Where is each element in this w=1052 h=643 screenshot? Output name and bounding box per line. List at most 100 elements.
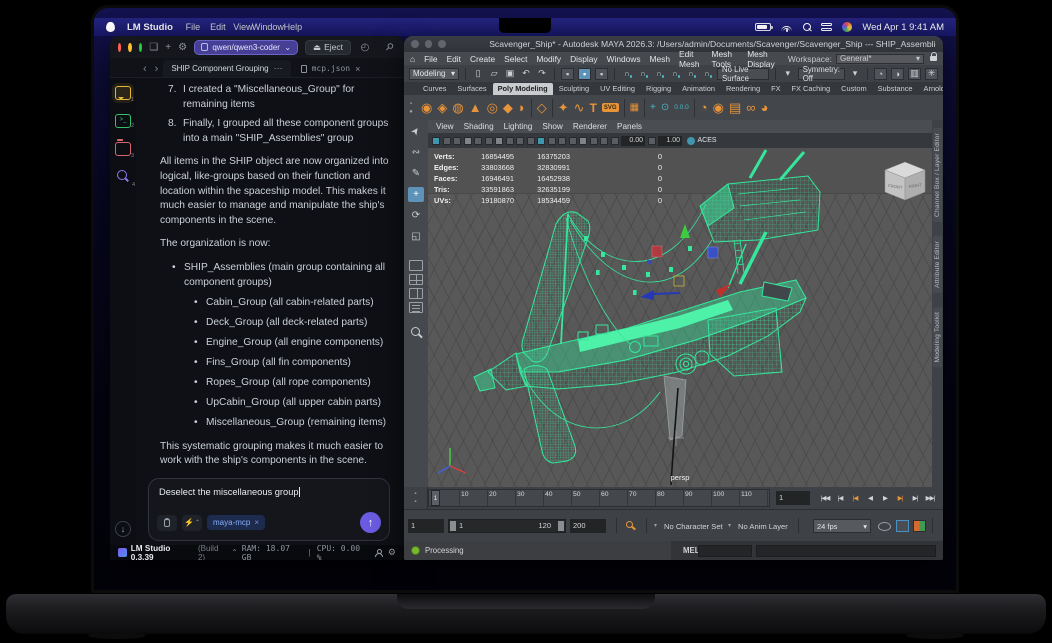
snap-point-icon[interactable]: ∩ [653,68,665,80]
viewport-toolbar-icon[interactable] [600,136,608,145]
model-selector[interactable]: qwen/qwen3-coder-... ⌄ [194,39,299,55]
go-to-start-button[interactable]: |◀◀ [818,490,832,506]
viewport-toolbar-icon[interactable] [558,136,566,145]
viewport-toolbar-icon[interactable] [453,136,461,145]
gear-icon[interactable]: ⚙ [178,42,187,53]
shelf-tab-animation[interactable]: Animation [677,83,720,95]
poly-cube-icon[interactable]: ◈ [437,101,447,114]
joint-tool-icon[interactable]: + [650,102,656,113]
curve-warp-icon[interactable]: ∿ [574,101,585,114]
sidebar-item-my-models[interactable]: 3 [115,139,134,159]
rotate-tool-icon[interactable]: ⟳ [408,208,424,223]
shelf-tab-custom[interactable]: Custom [836,83,871,95]
poly-cone-icon[interactable]: ▲ [469,101,482,114]
zoom-window-button[interactable] [138,42,143,52]
attach-button[interactable] [157,514,177,531]
time-slider-options[interactable]: ▪ ▪ [404,487,428,509]
sidebar-toggle-icon[interactable]: ❏ [149,42,158,53]
paint-select-tool-icon[interactable]: ✎ [408,166,424,181]
menu-edit[interactable]: Edit [210,21,226,33]
menu-edit-mesh[interactable]: Edit Mesh [679,49,703,69]
panel-menu-panels[interactable]: Panels [617,122,642,131]
more-icon[interactable]: ⋯ [274,63,283,74]
anim-end-field[interactable]: 200 [570,519,606,533]
chevron-down-icon[interactable]: ▾ [782,68,794,80]
exposure-field[interactable]: 0.00 [621,135,645,146]
apple-menu-icon[interactable] [106,22,115,32]
lasso-tool-icon[interactable]: ∾ [408,145,424,160]
shelf-tab-surfaces[interactable]: Surfaces [452,83,491,95]
save-scene-icon[interactable]: ▣ [504,68,516,80]
bridge-icon[interactable]: ▤ [729,101,741,114]
viewport-toolbar-icon[interactable] [495,136,503,145]
zoom-tool-icon[interactable] [411,327,421,337]
menu-mesh[interactable]: Mesh [650,54,670,64]
menu-file[interactable]: File [424,54,438,64]
shelf-menu-icon[interactable]: ▪ ● [406,101,416,115]
nav-back-icon[interactable]: ‹ [140,63,150,77]
menu-window[interactable]: Window [252,21,284,33]
close-window-button[interactable] [118,42,122,52]
snap-curve-icon[interactable]: ∩ [637,68,649,80]
menu-create[interactable]: Create [470,54,495,64]
viewport-toolbar-icon[interactable] [474,136,482,145]
anim-start-field[interactable]: 1 [408,519,444,533]
close-icon[interactable]: × [254,518,259,527]
sidebar-item-discover[interactable]: 4 [115,170,135,188]
viewport-toolbar-icon[interactable] [516,136,524,145]
tab-attribute-editor[interactable]: Attribute Editor [933,236,942,293]
single-pane-layout-icon[interactable] [409,260,423,271]
extrude-icon[interactable]: ∞ [746,101,755,114]
panel-menu-view[interactable]: View [436,122,454,131]
shelf-tab-curves[interactable]: Curves [418,83,451,95]
mel-language-field[interactable] [698,544,752,557]
step-back-key-button[interactable]: |◀ [848,490,862,506]
plug-button[interactable]: ⚡ ⌃ [182,514,202,531]
mel-command-input[interactable] [756,544,936,557]
viewport-toolbar-icon[interactable] [647,136,656,145]
menubar-clock[interactable]: Wed Apr 1 9:41 AM [862,22,944,33]
shelf-tab-fx[interactable]: FX [766,83,785,95]
shelf-tab-substance[interactable]: Substance [873,83,918,95]
viewport-toolbar-icon[interactable] [568,136,577,145]
gamma-field[interactable]: 1.00 [658,135,682,146]
range-end-handle[interactable] [558,521,564,531]
spotlight-search-icon[interactable] [803,23,812,31]
move-tool-icon[interactable]: + [408,187,424,202]
menu-modify[interactable]: Modify [536,54,561,64]
undo-icon[interactable]: ↶ [520,68,532,80]
shelf-tab-sculpting[interactable]: Sculpting [554,83,594,95]
chevron-down-icon[interactable]: ▾ [654,522,657,529]
render-icon[interactable]: ◔ [874,67,887,80]
tab-modeling-toolkit[interactable]: Modeling Toolkit [933,306,942,368]
shelf-tab-fx-caching[interactable]: FX Caching [787,83,836,95]
sidebar-item-developer[interactable]: >_ 2 [115,114,134,129]
chevron-up-icon[interactable]: ⌃ [231,548,238,557]
anim-layer-select[interactable]: No Anim Layer [738,522,788,531]
outliner-layout-icon[interactable] [409,302,423,313]
discover-globe-icon[interactable]: ◴ [358,42,372,53]
step-back-frame-button[interactable]: |◀ [833,490,847,506]
step-forward-key-button[interactable]: ▶| [893,490,907,506]
play-backwards-button[interactable]: ◀ [863,490,877,506]
menu-display[interactable]: Display [570,54,597,64]
close-window-button[interactable] [411,40,419,48]
nav-forward-icon[interactable]: › [152,63,162,77]
symmetry-button[interactable]: Symmetry: Off [797,65,845,83]
select-component-icon[interactable]: ▪ [595,67,609,80]
current-frame-marker[interactable]: 1 [431,490,440,506]
poly-cylinder-icon[interactable]: ◍ [452,101,463,114]
quad-draw-icon[interactable]: ◔ [700,101,708,114]
colorspace-badge[interactable]: ACES [687,137,717,145]
control-center-icon[interactable] [821,23,833,32]
coordinates-icon[interactable]: 0.0.0 [674,104,688,111]
multi-cut-icon[interactable]: ▦ [630,102,639,113]
downloads-icon[interactable]: ↓ [115,521,131,537]
live-surface-button[interactable]: No Live Surface [717,65,769,83]
home-icon[interactable]: ⌂ [410,54,415,64]
menu-file[interactable]: File [186,21,201,33]
ipr-render-icon[interactable]: ◑ [891,67,904,80]
open-scene-icon[interactable]: ▱ [488,68,500,80]
chevron-down-icon[interactable]: ▾ [728,522,731,529]
viewport-toolbar-icon[interactable] [589,136,598,145]
